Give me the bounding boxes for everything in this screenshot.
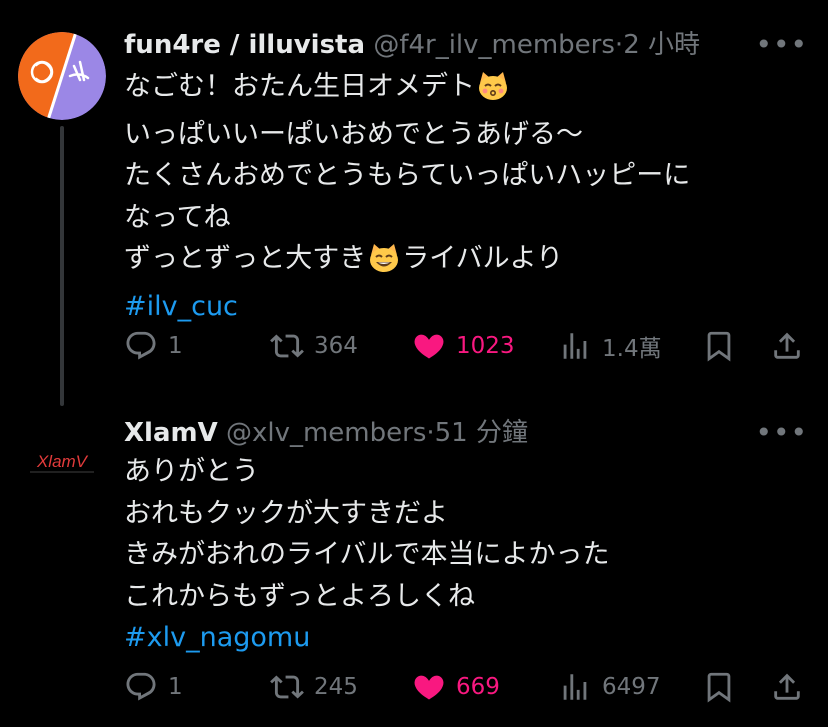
tweet-line: これからもずっとよろしくね: [124, 580, 475, 612]
share-icon: [774, 673, 800, 700]
tweet-text: ありがとう おれもクックが大すきだよ きみがおれのライバルで本当によかった これ…: [124, 451, 808, 659]
retweet-count: 245: [314, 674, 358, 700]
retweet-icon: [270, 675, 304, 699]
retweet-button[interactable]: 364: [270, 326, 358, 366]
tweet-text: なごむ！おたん生日オメデト いっぱいいーぱいおめでとうあげる～ たくさんおめでと…: [124, 66, 808, 327]
avatar-xlamv: XlamV: [18, 416, 106, 504]
reply-button[interactable]: 1: [124, 326, 183, 366]
display-name[interactable]: XlamV: [124, 418, 218, 448]
views-button[interactable]: 6497: [558, 667, 661, 707]
reply-icon: [126, 331, 156, 360]
like-icon: [414, 675, 444, 700]
hashtag-link[interactable]: #xlv_nagomu: [124, 617, 808, 659]
views-button[interactable]: 1.4萬: [558, 326, 662, 366]
bookmark-icon: [707, 331, 731, 362]
thread-line: [60, 126, 64, 406]
user-handle[interactable]: @xlv_members: [226, 418, 426, 448]
retweet-count: 364: [314, 333, 358, 359]
tweet-line: きみがおれのライバルで本当によかった: [124, 539, 610, 570]
reply-button[interactable]: 1: [124, 667, 183, 707]
bookmark-button[interactable]: [702, 667, 736, 707]
tweet-line: ありがとう: [124, 456, 259, 487]
tweet[interactable]: fun4re / illuvista @f4r_ilv_members·2 小時…: [0, 0, 828, 406]
like-button[interactable]: 1023: [412, 326, 515, 366]
tweet-line-text: なごむ！おたん生日オメデト: [124, 71, 475, 102]
retweet-button[interactable]: 245: [270, 667, 358, 707]
grinning-cat-emoji: [368, 243, 400, 286]
avatar[interactable]: [18, 32, 106, 120]
more-icon[interactable]: •••: [755, 413, 808, 453]
tweet-header: fun4re / illuvista @f4r_ilv_members·2 小時…: [124, 25, 828, 65]
like-count: 669: [456, 674, 500, 700]
views-icon: [563, 333, 587, 359]
more-icon[interactable]: •••: [755, 25, 808, 65]
reply-icon: [126, 672, 156, 701]
share-button[interactable]: [770, 326, 804, 366]
timestamp[interactable]: 51 分鐘: [435, 418, 528, 448]
tweet-line: ずっとずっと大すき ライバルより: [124, 238, 808, 286]
tweet[interactable]: XlamV XlamV @xlv_members·51 分鐘 ••• ありがとう…: [0, 404, 828, 727]
tweet-actions: 1 245 669 6497: [124, 667, 808, 707]
like-button[interactable]: 669: [412, 667, 500, 707]
kissing-cat-emoji: [477, 71, 509, 114]
user-handle[interactable]: @f4r_ilv_members: [373, 30, 615, 60]
separator: ·: [614, 30, 624, 60]
views-icon: [563, 674, 587, 700]
avatar-fun4re-illuvista: [18, 32, 106, 120]
reply-count: 1: [168, 333, 183, 359]
like-icon: [414, 334, 444, 359]
share-button[interactable]: [770, 667, 804, 707]
bookmark-button[interactable]: [702, 326, 736, 366]
tweet-line: なごむ！おたん生日オメデト: [124, 66, 808, 114]
timestamp[interactable]: 2 小時: [623, 30, 700, 60]
tweet-header: XlamV @xlv_members·51 分鐘 •••: [124, 413, 828, 453]
tweet-line-text: ライバルより: [402, 243, 564, 274]
tweet-line: なってね: [124, 201, 231, 233]
share-icon: [774, 332, 800, 359]
bookmark-icon: [707, 672, 731, 703]
tweet-line: たくさんおめでとうもらていっぱいハッピーに: [124, 160, 691, 191]
hashtag-link[interactable]: #ilv_cuc: [124, 286, 808, 328]
tweet-line: いっぱいいーぱいおめでとうあげる～: [124, 118, 583, 150]
views-count: 6497: [602, 674, 661, 700]
like-count: 1023: [456, 333, 515, 359]
tweet-actions: 1 364 1023 1.4萬: [124, 326, 808, 366]
avatar-logo-text: XlamV: [36, 452, 89, 471]
retweet-icon: [270, 334, 304, 358]
display-name[interactable]: fun4re / illuvista: [124, 30, 365, 60]
views-count: 1.4萬: [602, 336, 662, 362]
tweet-line: おれもクックが大すきだよ: [124, 497, 448, 529]
reply-count: 1: [168, 674, 183, 700]
avatar[interactable]: XlamV: [18, 416, 106, 504]
separator: ·: [426, 418, 435, 448]
tweet-line-text: ずっとずっと大すき: [124, 243, 367, 274]
